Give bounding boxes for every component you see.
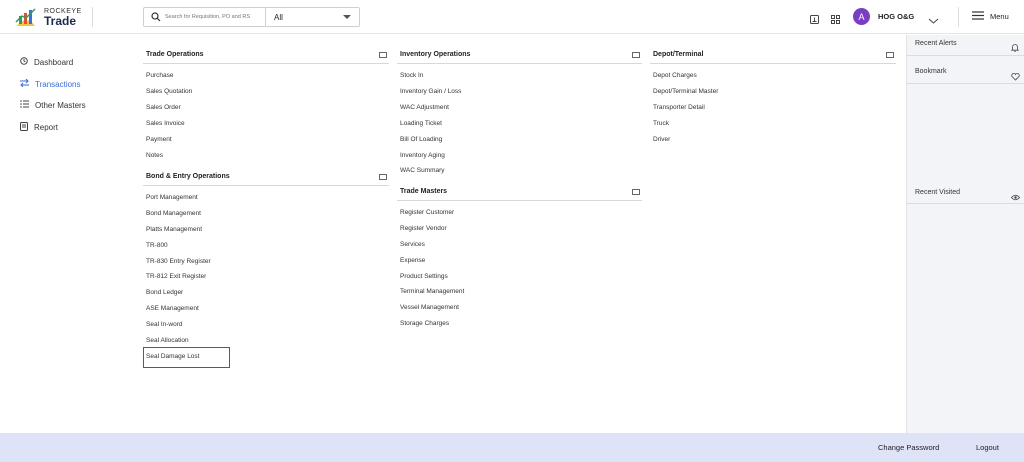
divider xyxy=(397,63,642,64)
sidebar-item-transactions[interactable]: Transactions xyxy=(20,78,81,89)
menu-link-transporter-detail[interactable]: Transporter Detail xyxy=(653,104,705,111)
avatar[interactable]: A xyxy=(853,8,870,25)
right-panel: Recent Alerts Bookmark Recent Visited xyxy=(906,35,1024,433)
menu-link-platts-management[interactable]: Platts Management xyxy=(146,226,202,233)
divider xyxy=(143,63,389,64)
menu-link-register-customer[interactable]: Register Customer xyxy=(400,209,454,216)
document-icon xyxy=(20,122,28,133)
collapse-icon[interactable] xyxy=(632,189,640,195)
footer: Change Password Logout xyxy=(0,433,1024,462)
grid-icon[interactable] xyxy=(831,11,840,29)
menu-link-inventory-aging[interactable]: Inventory Aging xyxy=(400,152,445,159)
menu-link-expense[interactable]: Expense xyxy=(400,257,425,264)
sidebar-item-label: Other Masters xyxy=(35,100,86,110)
menu-link-driver[interactable]: Driver xyxy=(653,136,670,143)
search-scope-value: All xyxy=(274,12,283,22)
section-title-trade-operations: Trade Operations xyxy=(146,51,204,58)
sidebar-item-report[interactable]: Report xyxy=(20,122,58,133)
menu-link-sales-order[interactable]: Sales Order xyxy=(146,104,181,111)
menu-link-bill-of-loading[interactable]: Bill Of Loading xyxy=(400,136,442,143)
menu-link-ase-management[interactable]: ASE Management xyxy=(146,305,199,312)
recent-alerts-title: Recent Alerts xyxy=(915,40,957,47)
highlight-box xyxy=(143,347,230,368)
menu-link-tr-830[interactable]: TR-830 Entry Register xyxy=(146,258,211,265)
bookmark-title: Bookmark xyxy=(915,68,947,75)
divider xyxy=(907,203,1024,204)
menu-link-depot-charges[interactable]: Depot Charges xyxy=(653,72,697,79)
hamburger-icon xyxy=(972,11,984,22)
divider xyxy=(397,200,642,201)
collapse-icon[interactable] xyxy=(886,52,894,58)
swap-icon xyxy=(20,78,29,89)
user-name[interactable]: HOG O&G xyxy=(878,12,914,21)
collapse-icon[interactable] xyxy=(379,174,387,180)
logout-link[interactable]: Logout xyxy=(976,443,999,452)
sidebar-item-dashboard[interactable]: Dashboard xyxy=(20,57,73,67)
recent-visited-title: Recent Visited xyxy=(915,189,961,196)
sidebar-item-label: Dashboard xyxy=(34,57,74,67)
sidebar-item-label: Transactions xyxy=(35,79,81,89)
menu-link-purchase[interactable]: Purchase xyxy=(146,72,173,79)
collapse-icon[interactable] xyxy=(379,52,387,58)
divider xyxy=(907,55,1024,56)
brand-logo[interactable]: ROCKEYE Trade xyxy=(14,6,82,28)
section-title-trade-masters: Trade Masters xyxy=(400,188,448,195)
change-password-link[interactable]: Change Password xyxy=(878,443,939,452)
menu-link-truck[interactable]: Truck xyxy=(653,120,669,127)
plus-box-icon[interactable] xyxy=(810,11,819,29)
collapse-icon[interactable] xyxy=(632,52,640,58)
menu-link-bond-ledger[interactable]: Bond Ledger xyxy=(146,289,183,296)
search-input[interactable] xyxy=(165,14,265,20)
menu-link-payment[interactable]: Payment xyxy=(146,136,172,143)
menu-link-stock-in[interactable]: Stock In xyxy=(400,72,423,79)
brand-name: Trade xyxy=(44,13,77,28)
search-bar: All xyxy=(143,7,360,27)
menu-link-wac-adjustment[interactable]: WAC Adjustment xyxy=(400,104,449,111)
search-scope-select[interactable]: All xyxy=(266,13,359,22)
menu-link-loading-ticket[interactable]: Loading Ticket xyxy=(400,120,442,127)
menu-link-register-vendor[interactable]: Register Vendor xyxy=(400,225,447,232)
clock-icon xyxy=(20,57,28,67)
menu-link-terminal-management[interactable]: Terminal Management xyxy=(400,288,464,295)
menu-link-storage-charges[interactable]: Storage Charges xyxy=(400,320,449,327)
top-bar: ROCKEYE Trade All A HOG O&G Menu xyxy=(0,0,1024,34)
search-icon[interactable] xyxy=(147,12,165,22)
menu-link-vessel-management[interactable]: Vessel Management xyxy=(400,304,459,311)
section-title-depot-terminal: Depot/Terminal xyxy=(653,51,704,58)
section-title-inventory-operations: Inventory Operations xyxy=(400,51,471,58)
list-icon xyxy=(20,100,29,110)
divider xyxy=(958,7,959,27)
menu-link-seal-in-word[interactable]: Seal In-word xyxy=(146,321,183,328)
menu-link-sales-invoice[interactable]: Sales Invoice xyxy=(146,120,185,127)
menu-link-notes[interactable]: Notes xyxy=(146,152,163,159)
transactions-menu-panel xyxy=(134,35,906,433)
divider xyxy=(907,83,1024,84)
caret-down-icon xyxy=(343,15,351,19)
menu-link-port-management[interactable]: Port Management xyxy=(146,194,198,201)
menu-link-bond-management[interactable]: Bond Management xyxy=(146,210,201,217)
menu-link-product-settings[interactable]: Product Settings xyxy=(400,273,448,280)
menu-link-wac-summary[interactable]: WAC Summary xyxy=(400,167,445,174)
sidebar-item-other-masters[interactable]: Other Masters xyxy=(20,100,86,110)
divider xyxy=(650,63,896,64)
menu-label: Menu xyxy=(990,12,1009,21)
sidebar-item-label: Report xyxy=(34,123,59,132)
logo-icon xyxy=(14,6,38,28)
divider xyxy=(143,185,389,186)
sidebar: Dashboard Transactions Other Masters Rep… xyxy=(0,35,134,433)
section-title-bond-entry: Bond & Entry Operations xyxy=(146,173,230,180)
chevron-down-icon[interactable] xyxy=(928,12,939,30)
menu-link-depot-terminal-master[interactable]: Depot/Terminal Master xyxy=(653,88,718,95)
menu-button[interactable]: Menu xyxy=(972,11,1009,22)
menu-link-services[interactable]: Services xyxy=(400,241,425,248)
divider xyxy=(92,7,93,27)
menu-link-tr-800[interactable]: TR-800 xyxy=(146,242,168,249)
menu-link-sales-quotation[interactable]: Sales Quotation xyxy=(146,88,192,95)
menu-link-tr-812[interactable]: TR-812 Exit Register xyxy=(146,273,206,280)
menu-link-inventory-gain-loss[interactable]: Inventory Gain / Loss xyxy=(400,88,461,95)
menu-link-seal-allocation[interactable]: Seal Allocation xyxy=(146,337,189,344)
